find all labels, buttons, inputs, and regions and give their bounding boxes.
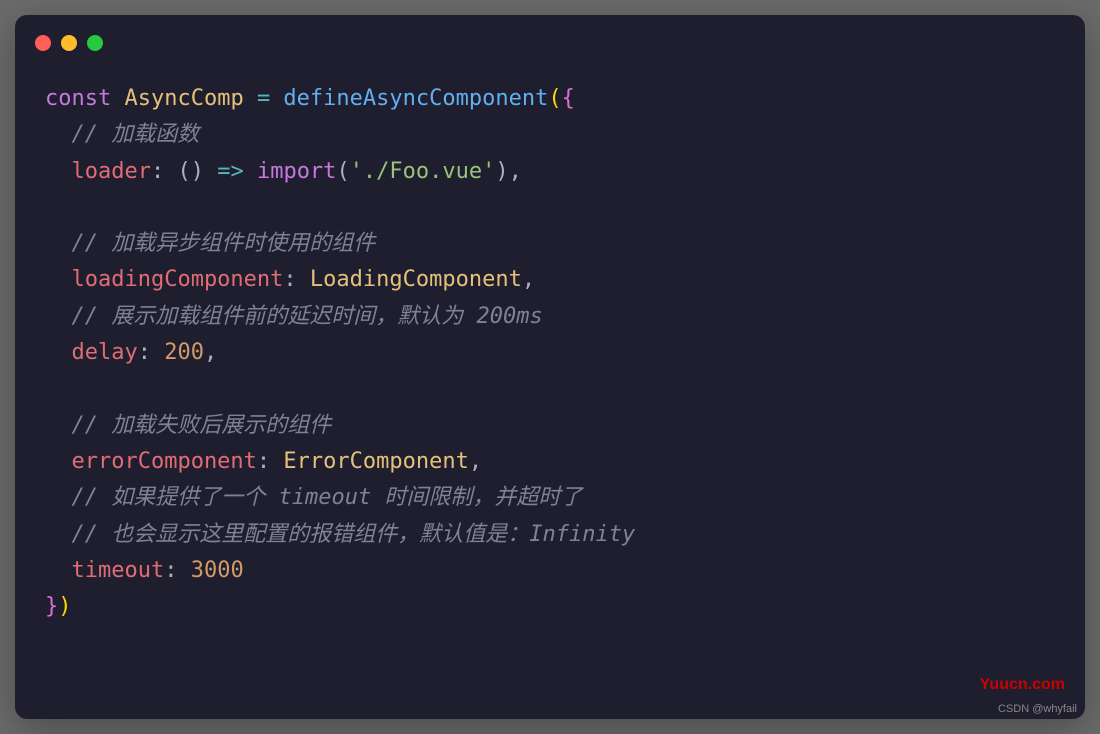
comment-line: // 加载函数 xyxy=(45,122,199,147)
code-window: const AsyncComp = defineAsyncComponent({… xyxy=(15,15,1085,719)
paren-close: ) xyxy=(495,159,508,184)
value-loading-component: LoadingComponent xyxy=(310,267,522,292)
colon: : xyxy=(257,449,284,474)
watermark-site: Yuucn.com xyxy=(980,676,1065,694)
comma: , xyxy=(522,267,535,292)
parens: () xyxy=(177,159,204,184)
code-content: const AsyncComp = defineAsyncComponent({… xyxy=(15,61,1085,645)
string-literal: './Foo.vue' xyxy=(350,159,496,184)
comma: , xyxy=(469,449,482,474)
brace-close: } xyxy=(45,594,58,619)
window-controls xyxy=(15,15,1085,61)
keyword-const: const xyxy=(45,86,111,111)
comma: , xyxy=(509,159,522,184)
paren-close: ) xyxy=(58,594,71,619)
colon: : xyxy=(283,267,310,292)
operator-equals: = xyxy=(257,86,270,111)
paren-open: ( xyxy=(548,86,561,111)
property-loader: loader xyxy=(45,159,151,184)
keyword-import: import xyxy=(257,159,336,184)
number-literal: 3000 xyxy=(191,558,244,583)
arrow-operator: => xyxy=(204,159,257,184)
paren-open: ( xyxy=(336,159,349,184)
property-loading-component: loadingComponent xyxy=(45,267,283,292)
variable-name: AsyncComp xyxy=(111,86,257,111)
close-icon[interactable] xyxy=(35,35,51,51)
colon: : xyxy=(151,159,178,184)
property-delay: delay xyxy=(45,340,138,365)
comment-line: // 如果提供了一个 timeout 时间限制，并超时了 xyxy=(45,485,582,510)
number-literal: 200 xyxy=(164,340,204,365)
maximize-icon[interactable] xyxy=(87,35,103,51)
comment-line: // 加载异步组件时使用的组件 xyxy=(45,231,375,256)
brace-open: { xyxy=(562,86,575,111)
property-timeout: timeout xyxy=(45,558,164,583)
comment-line: // 展示加载组件前的延迟时间，默认为 200ms xyxy=(45,304,543,329)
comment-line: // 加载失败后展示的组件 xyxy=(45,413,331,438)
minimize-icon[interactable] xyxy=(61,35,77,51)
property-error-component: errorComponent xyxy=(45,449,257,474)
function-name: defineAsyncComponent xyxy=(270,86,548,111)
watermark-author: CSDN @whyfail xyxy=(998,703,1077,715)
colon: : xyxy=(138,340,165,365)
comma: , xyxy=(204,340,217,365)
comment-line: // 也会显示这里配置的报错组件，默认值是：Infinity xyxy=(45,522,635,547)
colon: : xyxy=(164,558,191,583)
value-error-component: ErrorComponent xyxy=(283,449,468,474)
